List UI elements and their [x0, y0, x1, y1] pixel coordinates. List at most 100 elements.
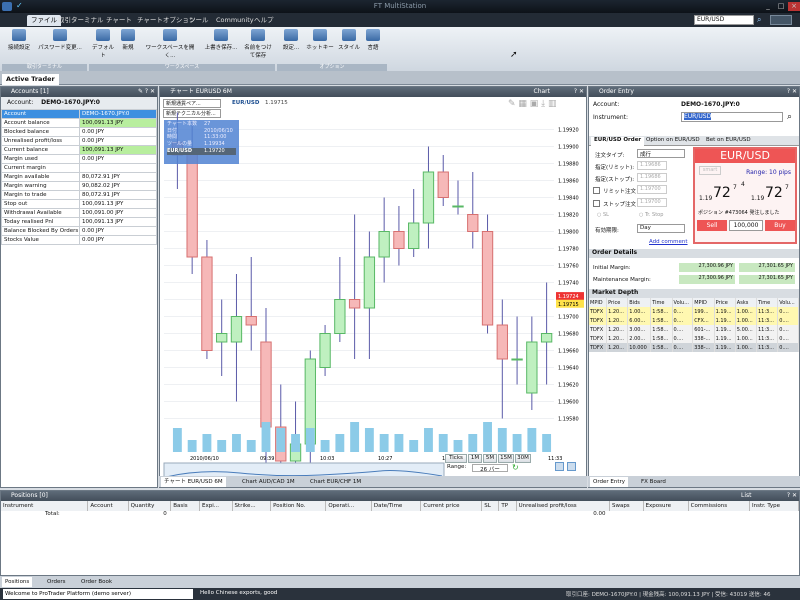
trailing-stop-radio[interactable]: ○ Tr. Stop	[639, 212, 663, 218]
close-icon[interactable]: ×	[788, 2, 800, 11]
depth-row[interactable]: TDFX 1.20... 1.00... 1:58... 0.... 199... 1.19…	[589, 307, 799, 316]
candle-body[interactable]	[540, 333, 553, 343]
pane-controls-icon[interactable]: ? ✕	[574, 87, 584, 97]
account-row[interactable]: Margin available 80,072.91 JPY	[1, 172, 158, 182]
account-row[interactable]: Account balance 100,091.13 JPY	[1, 118, 158, 128]
candle-body[interactable]	[481, 231, 494, 326]
tab-order[interactable]: EUR/USD Order	[591, 137, 645, 146]
menu-chart[interactable]: チャート	[102, 15, 136, 26]
positions-column-header[interactable]: Commissions	[688, 501, 751, 511]
tab-active-trader[interactable]: Active Trader	[2, 74, 59, 85]
menu-tools[interactable]: ツール	[185, 15, 213, 26]
stop-input[interactable]: 1.19686	[637, 173, 667, 182]
bid-big[interactable]: 72	[713, 185, 731, 201]
candle-body[interactable]	[511, 358, 523, 361]
quantity-input[interactable]: 100,000	[729, 220, 763, 231]
positions-column-header[interactable]: Strike...	[232, 501, 272, 511]
pane-controls-icon[interactable]: ? ✕	[787, 87, 797, 97]
sell-button[interactable]: Sell	[697, 220, 727, 231]
limit-input[interactable]: 1.19686	[637, 161, 667, 170]
account-value[interactable]: DEMO-1670.JPY:0	[41, 99, 100, 106]
positions-column-header[interactable]: Date/Time	[371, 501, 422, 511]
positions-column-header[interactable]: Swaps	[609, 501, 644, 511]
candle-body[interactable]	[216, 333, 228, 343]
hotkey-button[interactable]: ホットキー	[306, 29, 334, 51]
candle-body[interactable]	[378, 231, 390, 258]
depth-header[interactable]: Bids	[627, 298, 652, 307]
save-as-button[interactable]: 名前をつけて保存	[242, 29, 274, 59]
tab-orders[interactable]: Orders	[44, 577, 69, 587]
account-row[interactable]: Unrealised profit/loss 0.00 JPY	[1, 136, 158, 146]
tab-order-book[interactable]: Order Book	[78, 577, 115, 587]
candle-body[interactable]	[408, 222, 420, 249]
news-ticker[interactable]: Hello Chinese exports, good	[200, 590, 277, 596]
smart-toggle[interactable]: smart	[699, 166, 721, 175]
candle-body[interactable]	[496, 324, 508, 360]
stop-order-input[interactable]: 1.19700	[637, 198, 667, 207]
new-button[interactable]: 新規	[118, 29, 138, 51]
tab-chart-eurusd[interactable]: チャート EUR/USD 6M	[161, 477, 226, 487]
stop-order-checkbox[interactable]	[593, 200, 600, 207]
positions-column-header[interactable]: Account	[87, 501, 129, 511]
account-row[interactable]: Balance Blocked By Orders 0.00 JPY	[1, 226, 158, 236]
period-30m-button[interactable]: 30M	[515, 454, 531, 463]
tab-chart-eurchf[interactable]: Chart EUR/CHF 1M	[307, 477, 364, 487]
account-row[interactable]: Current balance 100,091.13 JPY	[1, 145, 158, 155]
depth-header[interactable]: Time	[756, 298, 779, 307]
period-ticks-button[interactable]: Ticks	[445, 454, 467, 463]
account-row[interactable]: Stop out 100,091.13 JPY	[1, 199, 158, 209]
depth-header[interactable]: MPID	[589, 298, 608, 307]
change-password-button[interactable]: パスワード変更...	[36, 29, 84, 51]
candle-body[interactable]	[245, 316, 257, 326]
depth-header[interactable]: Time	[650, 298, 673, 307]
search-dropdown[interactable]	[770, 15, 792, 25]
style-button[interactable]: スタイル	[338, 29, 360, 51]
chart-plot-area[interactable]	[164, 121, 554, 452]
menu-help[interactable]: ヘルプ	[250, 15, 278, 26]
positions-column-header[interactable]: Unrealised profit/loss	[516, 501, 610, 511]
candle-body[interactable]	[467, 214, 479, 232]
positions-column-header[interactable]: Expi...	[199, 501, 233, 511]
candle-body[interactable]	[334, 299, 346, 334]
depth-header[interactable]: MPID	[692, 298, 715, 307]
account-row[interactable]: Withdrawal Available 100,091.00 JPY	[1, 208, 158, 218]
depth-row[interactable]: TDFX 1.20... 2.00... 1:58... 0.... 338-... 1.1…	[589, 334, 799, 343]
maximize-icon[interactable]: □	[775, 2, 787, 11]
depth-row[interactable]: TDFX 1.20... 10.000 1:58... 0.... 338-... 1.19…	[589, 343, 799, 352]
minimize-icon[interactable]: _	[762, 2, 774, 11]
depth-row[interactable]: TDFX 1.20... 6.00... 1:58... 0.... CFX... 1.19…	[589, 316, 799, 325]
search-icon[interactable]: ⌕	[787, 112, 792, 122]
positions-column-header[interactable]: Basis	[170, 501, 200, 511]
candle-body[interactable]	[186, 150, 198, 258]
candle-body[interactable]	[393, 231, 405, 249]
symbol-search-input[interactable]: EUR/USD	[694, 15, 754, 25]
buy-button[interactable]: Buy	[765, 220, 795, 231]
candle-body[interactable]	[319, 333, 331, 368]
candle-body[interactable]	[422, 171, 435, 224]
oe-account-value[interactable]: DEMO-1670.JPY:0	[681, 101, 740, 108]
account-row[interactable]: Today realised Pnl 100,091.13 JPY	[1, 217, 158, 227]
period-5m-button[interactable]: 5M	[483, 454, 497, 463]
expand-icon[interactable]	[567, 462, 576, 471]
candle-body[interactable]	[363, 256, 376, 309]
language-button[interactable]: 言語	[362, 29, 384, 51]
positions-column-header[interactable]: Position No.	[270, 501, 327, 511]
positions-column-header[interactable]: SL	[481, 501, 500, 511]
depth-header[interactable]: Price	[714, 298, 736, 307]
list-view-label[interactable]: List	[741, 491, 752, 501]
period-1m-button[interactable]: 1M	[468, 454, 482, 463]
account-row[interactable]: Stocks Value 0.00 JPY	[1, 235, 158, 245]
positions-column-header[interactable]: TP	[498, 501, 517, 511]
candle-body[interactable]	[230, 316, 243, 343]
depth-header[interactable]: Asks	[735, 298, 757, 307]
connection-settings-button[interactable]: 接続設定	[5, 29, 33, 51]
positions-column-header[interactable]: Operati...	[325, 501, 372, 511]
pane-controls-icon[interactable]: ? ✕	[787, 491, 797, 501]
depth-header[interactable]: Price	[606, 298, 629, 307]
candle-body[interactable]	[452, 205, 464, 208]
oe-instrument-input[interactable]: EUR/USD	[681, 112, 783, 122]
account-row[interactable]: Margin used 0.00 JPY	[1, 154, 158, 164]
depth-header[interactable]: Volu...	[777, 298, 799, 307]
account-row[interactable]: Current margin	[1, 163, 158, 173]
candle-body[interactable]	[526, 341, 538, 394]
